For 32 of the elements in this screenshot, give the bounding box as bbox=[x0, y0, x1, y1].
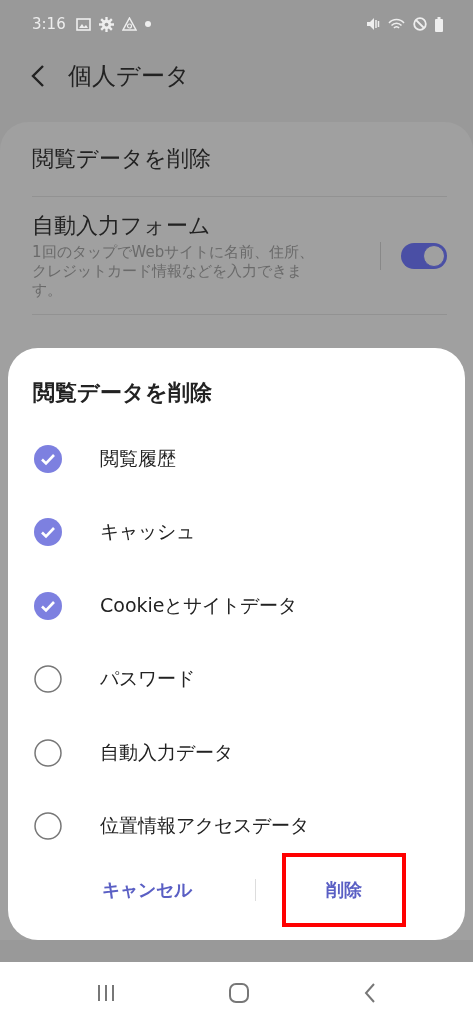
checkbox[interactable] bbox=[34, 665, 62, 694]
mute-icon bbox=[366, 17, 380, 31]
option-label[interactable]: 閲覧履歴 bbox=[100, 445, 176, 472]
block-icon bbox=[413, 17, 427, 31]
cancel-button[interactable]: キャンセル bbox=[85, 853, 209, 927]
setting-label[interactable]: 閲覧データを削除 bbox=[32, 144, 447, 174]
battery-icon bbox=[435, 16, 443, 32]
checkbox[interactable] bbox=[34, 444, 62, 473]
option-label[interactable]: Cookieとサイトデータ bbox=[100, 592, 298, 619]
checkbox[interactable] bbox=[34, 591, 62, 620]
option-label[interactable]: 位置情報アクセスデータ bbox=[100, 813, 309, 840]
dialog-title: 閲覧データを削除 bbox=[33, 379, 213, 407]
recent-apps-icon[interactable] bbox=[96, 983, 117, 1003]
option-label[interactable]: キャッシュ bbox=[100, 519, 195, 546]
image-icon bbox=[75, 17, 91, 31]
triangle-icon bbox=[121, 17, 137, 31]
clock-time: 3:16 bbox=[32, 15, 66, 33]
toggle-switch[interactable] bbox=[401, 242, 447, 269]
option-label[interactable]: 自動入力データ bbox=[100, 739, 233, 766]
back-icon[interactable] bbox=[30, 64, 46, 88]
checkbox[interactable] bbox=[34, 518, 62, 547]
option-label[interactable]: パスワード bbox=[100, 666, 195, 693]
checkbox[interactable] bbox=[34, 738, 62, 767]
page-title: 個人データ bbox=[68, 61, 190, 92]
setting-label[interactable]: 自動入力フォーム bbox=[32, 211, 360, 241]
dot-icon bbox=[144, 21, 151, 27]
delete-button[interactable]: 削除 bbox=[282, 853, 406, 927]
home-icon[interactable] bbox=[228, 982, 251, 1004]
back-icon[interactable] bbox=[362, 982, 377, 1004]
wifi-icon bbox=[388, 17, 405, 31]
checkbox[interactable] bbox=[34, 812, 62, 841]
gear-icon bbox=[98, 16, 114, 32]
